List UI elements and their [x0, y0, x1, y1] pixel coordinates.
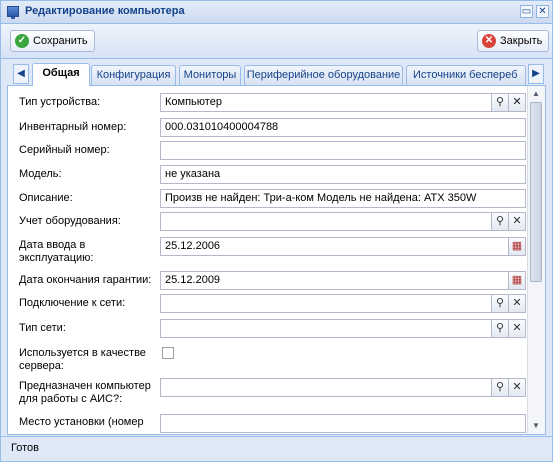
clear-icon[interactable]: ✕	[509, 93, 526, 112]
window-title: Редактирование компьютера	[25, 5, 185, 17]
tab-label: Источники беспереб	[413, 69, 518, 81]
network-type-label: Тип сети:	[19, 322, 66, 334]
minimize-icon[interactable]: ▭	[520, 5, 533, 18]
search-icon[interactable]: ⚲	[492, 212, 509, 231]
save-button[interactable]: ✓ Сохранить	[10, 30, 95, 52]
tab-label: Общая	[42, 67, 80, 79]
general-form-panel: Тип устройства: Компьютер ⚲ ✕ Инвентарны…	[7, 86, 546, 435]
scroll-thumb[interactable]	[530, 102, 542, 282]
status-text: Готов	[11, 442, 39, 454]
warranty-end-date-label: Дата окончания гарантии:	[19, 274, 152, 286]
search-icon[interactable]: ⚲	[492, 294, 509, 313]
install-location-field[interactable]	[160, 414, 526, 433]
clear-icon[interactable]: ✕	[509, 319, 526, 338]
clear-icon[interactable]: ✕	[509, 294, 526, 313]
clear-icon[interactable]: ✕	[509, 378, 526, 397]
tab-label: Конфигурация	[96, 69, 171, 81]
tab-general[interactable]: Общая	[32, 63, 90, 86]
checkmark-icon: ✓	[15, 34, 29, 48]
ais-purpose-label: Предназначен компьютер для работы с АИС?…	[19, 380, 151, 405]
tab-scroll-left-icon[interactable]: ◀	[13, 64, 29, 84]
equipment-accounting-field[interactable]	[160, 212, 492, 231]
used-as-server-label: Используется в качестве сервера:	[19, 347, 146, 372]
model-field[interactable]: не указана	[160, 165, 526, 184]
used-as-server-checkbox[interactable]	[162, 347, 174, 359]
serial-number-label: Серийный номер:	[19, 144, 110, 156]
commission-date-field[interactable]: 25.12.2006	[160, 237, 509, 256]
device-type-field[interactable]: Компьютер	[160, 93, 492, 112]
network-connection-field[interactable]	[160, 294, 492, 313]
computer-icon	[7, 6, 19, 19]
inventory-number-field[interactable]: 000.031010400004788	[160, 118, 526, 137]
close-icon[interactable]: ✕	[536, 5, 549, 18]
network-type-field[interactable]	[160, 319, 492, 338]
search-icon[interactable]: ⚲	[492, 319, 509, 338]
install-location-label: Место установки (номер	[19, 416, 144, 428]
title-bar[interactable]: Редактирование компьютера ▭ ✕	[1, 1, 552, 24]
description-label: Описание:	[19, 192, 73, 204]
edit-computer-window: Редактирование компьютера ▭ ✕ ✓ Сохранит…	[0, 0, 553, 462]
warranty-end-date-field[interactable]: 25.12.2009	[160, 271, 509, 290]
device-type-label: Тип устройства:	[19, 96, 101, 108]
description-field[interactable]: Произв не найден: Три-а-ком Модель не на…	[160, 189, 526, 208]
scroll-down-icon[interactable]: ▼	[528, 418, 544, 434]
tab-strip: ◀ Общая Конфигурация Мониторы Периферийн…	[7, 63, 546, 86]
status-bar: Готов	[1, 436, 552, 461]
tab-configuration[interactable]: Конфигурация	[91, 65, 176, 85]
save-button-label: Сохранить	[33, 35, 88, 47]
close-button[interactable]: ✕ Закрыть	[477, 30, 550, 52]
commission-date-label: Дата ввода в эксплуатацию:	[19, 239, 94, 264]
serial-number-field[interactable]	[160, 141, 526, 160]
tab-label: Мониторы	[183, 69, 237, 81]
toolbar: ✓ Сохранить ✕ Закрыть	[1, 24, 552, 59]
tab-monitors[interactable]: Мониторы	[179, 65, 241, 85]
tab-scroll-right-icon[interactable]: ▶	[528, 64, 544, 84]
cancel-icon: ✕	[482, 34, 496, 48]
network-connection-label: Подключение к сети:	[19, 297, 126, 309]
scroll-up-icon[interactable]: ▲	[528, 86, 544, 102]
clear-icon[interactable]: ✕	[509, 212, 526, 231]
ais-purpose-field[interactable]	[160, 378, 492, 397]
inventory-number-label: Инвентарный номер:	[19, 121, 127, 133]
tab-label: Периферийное оборудование	[246, 69, 401, 81]
calendar-icon[interactable]: ▦	[509, 237, 526, 256]
model-label: Модель:	[19, 168, 62, 180]
form-scrollbar[interactable]: ▲ ▼	[527, 86, 545, 434]
tab-peripherals[interactable]: Периферийное оборудование	[244, 65, 403, 85]
equipment-accounting-label: Учет оборудования:	[19, 215, 121, 227]
search-icon[interactable]: ⚲	[492, 378, 509, 397]
close-button-label: Закрыть	[500, 35, 543, 47]
tab-ups[interactable]: Источники беспереб	[406, 65, 526, 85]
search-icon[interactable]: ⚲	[492, 93, 509, 112]
calendar-icon[interactable]: ▦	[509, 271, 526, 290]
